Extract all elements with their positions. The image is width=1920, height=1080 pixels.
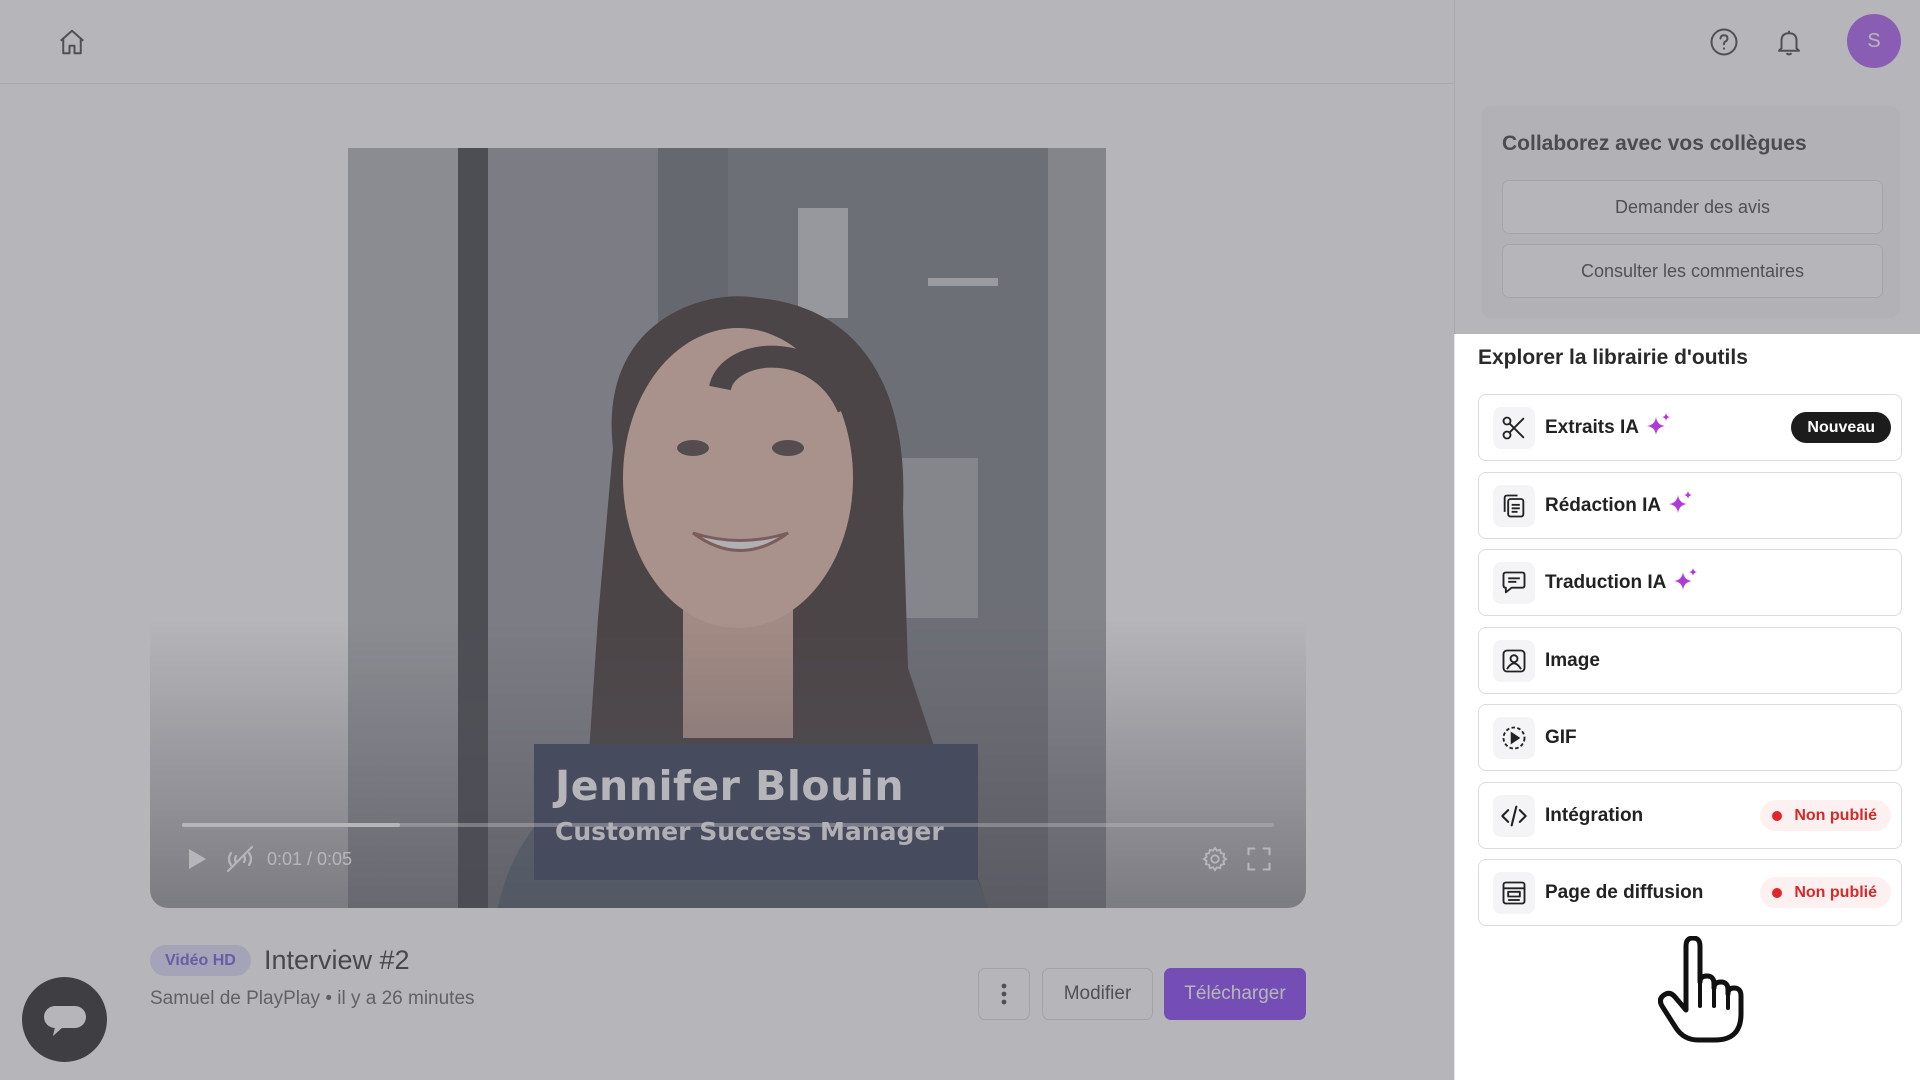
image-icon [1493,640,1535,682]
unpublished-badge: Non publié [1760,800,1891,831]
tool-label: Traduction IA [1545,572,1667,594]
lower-third-caption: Jennifer Blouin Customer Success Manager [534,744,978,880]
status-dot [1772,887,1783,898]
download-button[interactable]: Télécharger [1164,968,1306,1020]
more-options-button[interactable] [978,968,1030,1020]
unpublished-badge: Non publié [1760,877,1891,908]
unpublished-text: Non publié [1794,806,1877,824]
chat-bubble-icon [43,1005,86,1036]
play-icon[interactable] [182,843,212,875]
tool-label: Intégration [1545,805,1644,826]
ai-sparkle-icon [1669,491,1693,513]
vertical-dots-icon [1001,983,1007,1005]
subtitles-off-icon[interactable] [222,842,258,876]
tool-label: GIF [1545,727,1577,748]
hand-pointer-cursor-icon [1657,935,1744,1044]
ai-sparkle-icon [1674,568,1698,590]
fullscreen-icon[interactable] [1242,842,1276,876]
code-icon [1493,795,1535,837]
sidebar-header: S [1454,0,1920,84]
progress-bar[interactable] [182,823,1274,827]
unpublished-text: Non publié [1794,883,1877,901]
collaboration-panel: Collaborez avec vos collègues Demander d… [1481,106,1900,318]
collab-title: Collaborez avec vos collègues [1502,132,1807,155]
home-icon[interactable] [52,22,92,62]
view-comments-button[interactable]: Consulter les commentaires [1502,244,1883,298]
video-player[interactable]: Jennifer Blouin Customer Success Manager [150,148,1306,908]
tool-label: Extraits IA [1545,417,1639,439]
tool-label: Image [1545,650,1600,671]
tool-page-de-diffusion[interactable]: Page de diffusion Non publié [1478,859,1902,926]
library-title: Explorer la librairie d'outils [1478,346,1748,369]
ai-sparkle-icon [1646,413,1670,435]
time-readout: 0:01 / 0:05 [267,849,353,869]
top-bar [0,0,1454,84]
tool-label: Rédaction IA [1545,495,1662,517]
main-area: Jennifer Blouin Customer Success Manager… [0,0,1454,1080]
web-page-icon [1493,872,1535,914]
video-title: Interview #2 [264,945,410,975]
edit-button[interactable]: Modifier [1042,968,1153,1020]
user-avatar[interactable]: S [1847,14,1901,68]
request-feedback-button[interactable]: Demander des avis [1502,180,1883,234]
chat-support-button[interactable] [22,977,107,1062]
help-icon[interactable] [1704,22,1744,62]
tool-extraits-ia[interactable]: Extraits IA Nouveau [1478,394,1902,461]
tool-redaction-ia[interactable]: Rédaction IA [1478,472,1902,539]
scissors-icon [1493,407,1535,449]
tool-gif[interactable]: GIF [1478,704,1902,771]
hd-badge: Vidéo HD [150,945,251,976]
speaker-name: Jennifer Blouin [555,762,905,810]
new-badge: Nouveau [1791,412,1891,443]
video-meta: Samuel de PlayPlay • il y a 26 minutes [150,988,475,1009]
settings-gear-icon[interactable] [1198,842,1232,876]
tool-label: Page de diffusion [1545,882,1704,903]
tool-integration[interactable]: Intégration Non publié [1478,782,1902,849]
gif-play-icon [1493,717,1535,759]
progress-fill [182,823,401,827]
status-dot [1772,810,1783,821]
chat-icon [1493,562,1535,604]
tool-image[interactable]: Image [1478,627,1902,694]
tool-traduction-ia[interactable]: Traduction IA [1478,549,1902,616]
documents-icon [1493,485,1535,527]
notifications-bell-icon[interactable] [1769,22,1809,62]
